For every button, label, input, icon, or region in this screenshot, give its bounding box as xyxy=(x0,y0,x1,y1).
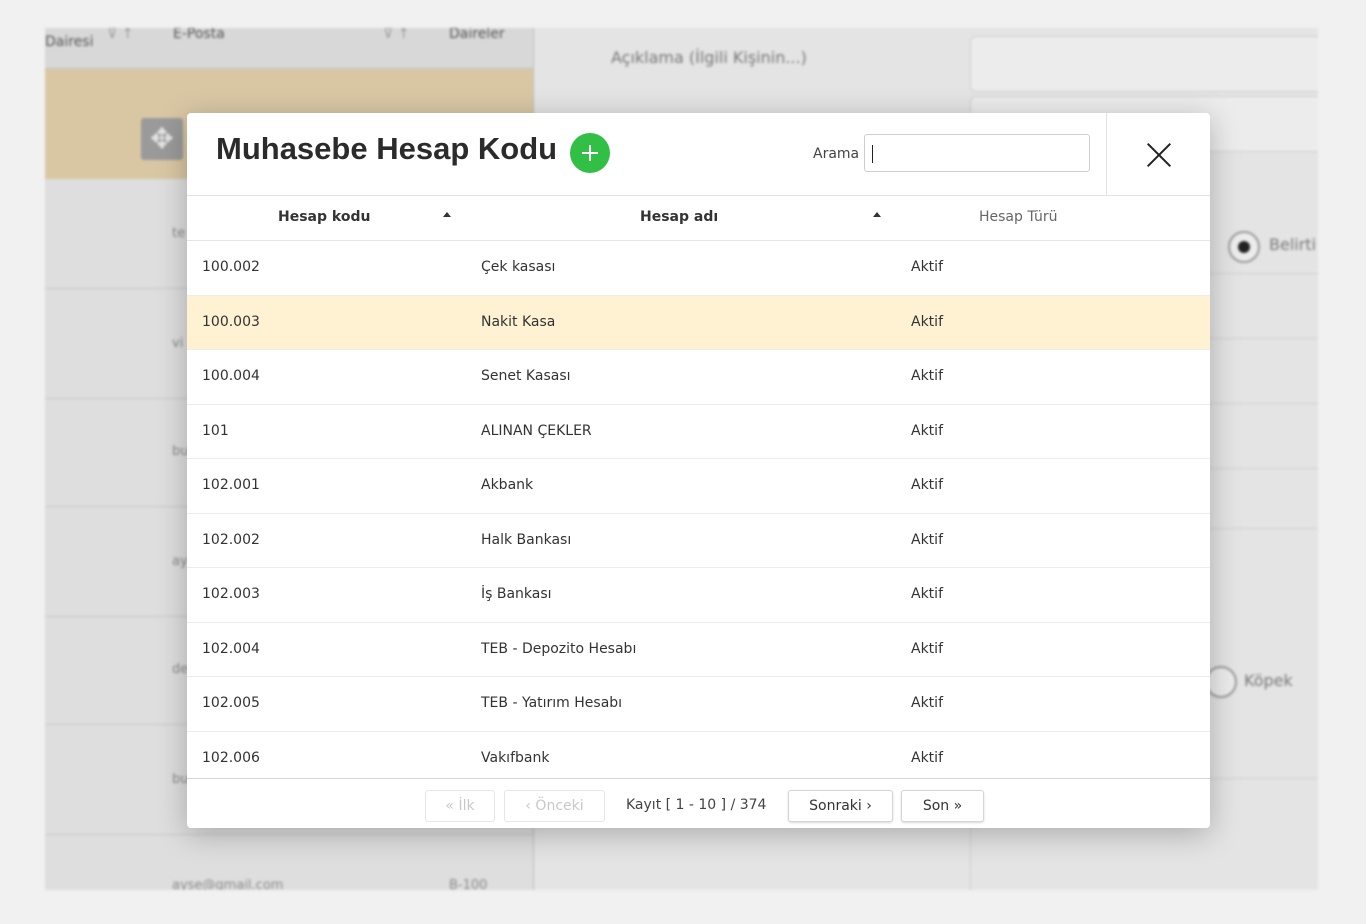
radio-kopek-label: Köpek xyxy=(1244,671,1293,690)
table-row[interactable]: 102.006 Vakıfbank Aktif xyxy=(187,732,1210,786)
cell-name: TEB - Yatırım Hesabı xyxy=(481,695,623,711)
first-page-button[interactable]: « İlk xyxy=(425,790,495,822)
table-row-selected[interactable]: 100.003 Nakit Kasa Aktif xyxy=(187,295,1210,350)
cell-type: Aktif xyxy=(911,313,943,330)
column-header-hesap-turu[interactable]: Hesap Türü xyxy=(979,209,1057,225)
background-row-snippet: vi xyxy=(172,336,184,351)
previous-page-button[interactable]: ‹ Önceki xyxy=(504,790,605,822)
move-icon: ✥ xyxy=(141,118,183,160)
cell-type: Aktif xyxy=(911,368,943,384)
cell-code: 102.003 xyxy=(202,586,260,602)
sort-asc-icon[interactable] xyxy=(443,212,451,217)
table-row[interactable]: 102.001 Akbank Aktif xyxy=(187,459,1210,514)
table-row[interactable]: 102.002 Halk Bankası Aktif xyxy=(187,514,1210,568)
account-code-modal: Muhasebe Hesap Kodu Arama Hesap kodu Hes… xyxy=(187,113,1210,828)
column-header-hesap-kodu[interactable]: Hesap kodu xyxy=(278,209,370,225)
background-row-snippet: te xyxy=(172,226,186,241)
cell-name: TEB - Depozito Hesabı xyxy=(481,640,637,657)
cell-name: İş Bankası xyxy=(481,586,552,602)
background-column-dairesi: Dairesi xyxy=(45,34,94,50)
last-page-button[interactable]: Son » xyxy=(901,790,984,822)
cell-code: 100.002 xyxy=(202,259,260,275)
cell-code: 101 xyxy=(202,422,229,439)
cell-name: Senet Kasası xyxy=(481,368,571,384)
modal-header: Muhasebe Hesap Kodu Arama xyxy=(187,113,1210,196)
background-code: B-100 xyxy=(449,878,488,890)
radio-belirti xyxy=(1228,231,1260,263)
background-list-header: Dairesi ⊽ ↑ E-Posta ⊽ ↑ Daireler xyxy=(45,28,533,69)
filter-icon: ⊽ ↑ xyxy=(383,28,410,42)
table-row[interactable]: 101 ALINAN ÇEKLER Aktif xyxy=(187,405,1210,459)
background-column-daireler: Daireler xyxy=(449,28,505,42)
cell-name: Nakit Kasa xyxy=(481,313,556,330)
cell-name: Akbank xyxy=(481,477,534,493)
cell-name: ALINAN ÇEKLER xyxy=(481,422,592,439)
table-header: Hesap kodu Hesap adı Hesap Türü xyxy=(187,196,1210,241)
add-button[interactable] xyxy=(570,133,610,173)
cell-code: 102.001 xyxy=(202,477,260,493)
search-label: Arama xyxy=(813,146,860,162)
header-divider xyxy=(1106,113,1107,195)
background-row-snippet: ay xyxy=(172,554,188,569)
column-header-hesap-adi[interactable]: Hesap adı xyxy=(640,209,718,225)
description-label: Açıklama (İlgili Kişinin...) xyxy=(611,48,807,67)
background-email: ayse@gmail.com xyxy=(172,878,284,890)
background-row-snippet: de xyxy=(172,662,189,677)
text-cursor xyxy=(872,145,873,163)
description-field xyxy=(970,36,1318,92)
table-row[interactable]: 100.002 Çek kasası Aktif xyxy=(187,241,1210,296)
filter-icon: ⊽ ↑ xyxy=(107,28,134,42)
modal-title: Muhasebe Hesap Kodu xyxy=(216,131,558,166)
cell-code: 100.003 xyxy=(202,313,260,330)
radio-belirti-label: Belirti xyxy=(1269,235,1317,254)
cell-code: 102.005 xyxy=(202,695,260,711)
next-page-button[interactable]: Sonraki › xyxy=(788,790,893,822)
cell-type: Aktif xyxy=(911,586,943,602)
table-row[interactable]: 102.005 TEB - Yatırım Hesabı Aktif xyxy=(187,677,1210,732)
table-row[interactable]: 102.004 TEB - Depozito Hesabı Aktif xyxy=(187,623,1210,677)
cell-type: Aktif xyxy=(911,749,943,766)
sort-asc-icon[interactable] xyxy=(873,212,881,217)
cell-name: Çek kasası xyxy=(481,259,556,275)
cell-code: 102.006 xyxy=(202,749,260,766)
pagination-info: Kayıt [ 1 - 10 ] / 374 xyxy=(626,797,767,813)
search-input[interactable] xyxy=(864,134,1090,172)
background-column-eposta: E-Posta xyxy=(173,28,225,42)
table-row[interactable]: 102.003 İş Bankası Aktif xyxy=(187,568,1210,623)
close-button[interactable] xyxy=(1139,135,1179,175)
cell-name: Vakıfbank xyxy=(481,749,550,766)
cell-type: Aktif xyxy=(911,259,943,275)
cell-type: Aktif xyxy=(911,640,943,657)
table-row[interactable]: 100.004 Senet Kasası Aktif xyxy=(187,350,1210,405)
pagination-bar: « İlk ‹ Önceki Kayıt [ 1 - 10 ] / 374 So… xyxy=(187,778,1210,828)
cell-code: 100.004 xyxy=(202,368,260,384)
account-table-body: 100.002 Çek kasası Aktif 100.003 Nakit K… xyxy=(187,241,1210,785)
cell-name: Halk Bankası xyxy=(481,531,572,548)
cell-type: Aktif xyxy=(911,422,943,439)
cell-type: Aktif xyxy=(911,531,943,548)
cell-code: 102.002 xyxy=(202,531,260,548)
cell-type: Aktif xyxy=(911,695,943,711)
cell-code: 102.004 xyxy=(202,640,260,657)
cell-type: Aktif xyxy=(911,477,943,493)
